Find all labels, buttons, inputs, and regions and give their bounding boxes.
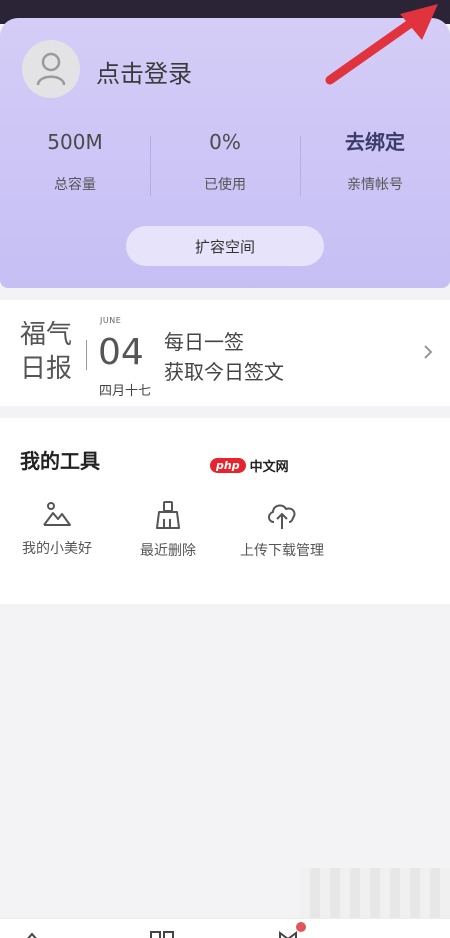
user-icon — [36, 52, 66, 86]
daily-month: JUNE — [100, 316, 122, 325]
brush-icon — [156, 501, 180, 529]
daily-brand-line2: 日报 — [20, 354, 73, 384]
tool-my-moments[interactable]: 我的小美好 — [12, 500, 102, 558]
daily-brand-line1: 福气 — [20, 320, 73, 350]
daily-lunar-date: 四月十七 — [99, 384, 152, 399]
tool-recently-deleted[interactable]: 最近删除 — [128, 500, 208, 560]
watermark: php 中文网 — [210, 456, 289, 475]
avatar[interactable] — [22, 40, 80, 98]
annotation-arrow-icon — [325, 4, 438, 85]
app-screen: 点击登录 500M 总容量 0% 已使用 去绑定 亲情帐号 扩容空间 福气 日报… — [0, 0, 450, 938]
nav-home-icon[interactable] — [24, 931, 46, 938]
mountain-icon — [43, 502, 71, 526]
stat-family-account[interactable]: 去绑定 亲情帐号 — [300, 128, 450, 194]
chevron-right-icon[interactable] — [422, 343, 434, 361]
tools-title: 我的工具 — [20, 449, 100, 473]
daily-divider — [86, 340, 87, 370]
login-link[interactable]: 点击登录 — [96, 54, 192, 89]
cloud-upload-icon — [268, 504, 296, 529]
watermark-text: 中文网 — [249, 460, 289, 475]
tool-label: 我的小美好 — [22, 541, 92, 557]
expand-storage-button[interactable]: 扩容空间 — [126, 226, 324, 266]
stat-capacity-value: 500M — [47, 130, 103, 154]
nav-mail-icon[interactable] — [278, 931, 298, 938]
daily-day: 04 — [98, 332, 144, 373]
tool-transfer-manager[interactable]: 上传下载管理 — [230, 500, 334, 560]
stat-used-value: 0% — [209, 130, 241, 154]
daily-sign-subtitle: 获取今日签文 — [164, 360, 284, 384]
bottom-nav — [0, 918, 450, 938]
daily-brand: 福气 日报 — [20, 318, 72, 386]
bind-family-link[interactable]: 去绑定 — [300, 128, 450, 156]
tool-label: 最近删除 — [140, 543, 196, 559]
stat-used-label: 已使用 — [204, 177, 246, 193]
stat-capacity-label: 总容量 — [54, 177, 96, 193]
stat-used: 0% 已使用 — [150, 128, 300, 194]
daily-sign-title: 每日一签 — [164, 330, 244, 354]
nav-grid-icon[interactable] — [150, 931, 174, 938]
notification-badge — [296, 922, 306, 932]
stat-capacity: 500M 总容量 — [0, 128, 150, 194]
tool-label: 上传下载管理 — [240, 543, 324, 559]
stat-family-label: 亲情帐号 — [347, 177, 403, 193]
watermark-logo: php — [210, 458, 246, 473]
